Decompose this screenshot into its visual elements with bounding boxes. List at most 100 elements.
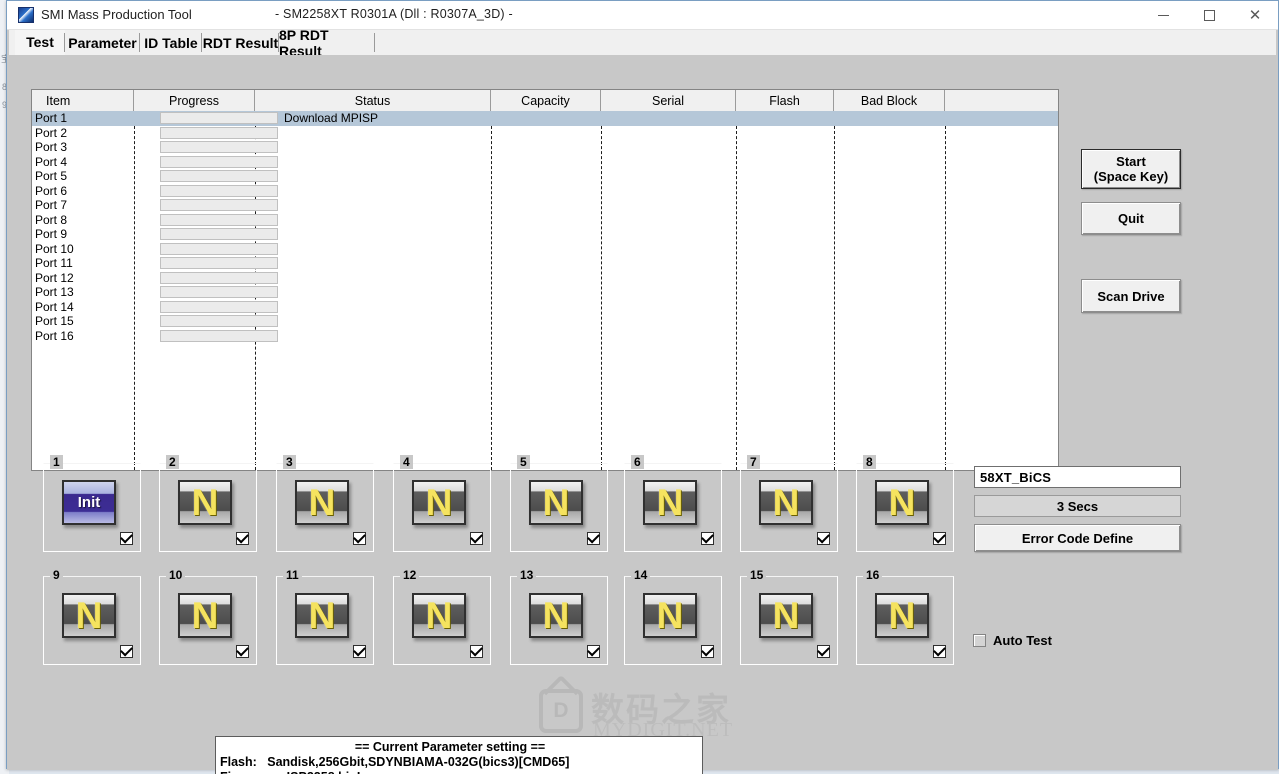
start-button[interactable]: Start (Space Key) [1081,149,1181,189]
device-enable-checkbox[interactable] [353,530,366,545]
device-status-icon-none[interactable]: N [643,480,697,525]
table-row[interactable]: Port 5 [32,169,1058,184]
device-panel-2[interactable]: 2 N [159,455,257,552]
device-status-icon-none[interactable]: N [295,480,349,525]
device-panel-11[interactable]: 11 N [276,568,374,665]
device-enable-checkbox[interactable] [353,643,366,658]
device-panel-number: 4 [400,455,413,469]
device-panel-1[interactable]: 1 Init [43,455,141,552]
device-enable-checkbox[interactable] [236,530,249,545]
column-header-spare[interactable] [945,90,1058,111]
device-panel-6[interactable]: 6 N [624,455,722,552]
device-status-icon-none[interactable]: N [759,480,813,525]
table-row[interactable]: Port 3 [32,140,1058,155]
auto-test-checkbox[interactable] [973,634,986,647]
column-header-flash[interactable]: Flash [736,90,834,111]
table-row[interactable]: Port 10 [32,242,1058,257]
quit-button[interactable]: Quit [1081,202,1181,235]
device-enable-checkbox[interactable] [120,530,133,545]
column-header-serial[interactable]: Serial [601,90,736,111]
device-panel-8[interactable]: 8 N [856,455,954,552]
device-status-icon-none[interactable]: N [643,593,697,638]
table-row[interactable]: Port 11 [32,256,1058,271]
column-header-bad-block[interactable]: Bad Block [834,90,945,111]
tab-id-table[interactable]: ID Table [140,30,202,55]
tab-parameter[interactable]: Parameter [65,30,140,55]
row-progress-bar [160,199,278,211]
close-icon: ✕ [1248,6,1262,24]
device-enable-checkbox[interactable] [236,643,249,658]
device-panel-5[interactable]: 5 N [510,455,608,552]
tab-rdt-result-label: RDT Result [202,34,279,51]
device-enable-checkbox[interactable] [587,643,600,658]
device-status-icon-none[interactable]: N [759,593,813,638]
device-panel-number: 1 [50,455,63,469]
device-status-icon-none[interactable]: N [178,593,232,638]
tab-rdt-result[interactable]: RDT Result [202,30,279,55]
device-enable-checkbox[interactable] [933,530,946,545]
watermark-logo-icon: D [539,689,583,733]
table-row[interactable]: Port 7 [32,198,1058,213]
device-status-icon-none[interactable]: N [412,480,466,525]
tab-test[interactable]: Test [15,30,65,55]
device-status-icon-none[interactable]: N [412,593,466,638]
table-row[interactable]: Port 1 Download MPISP [32,111,1058,126]
column-header-item[interactable]: Item [32,90,134,111]
error-code-define-button[interactable]: Error Code Define [974,524,1181,552]
device-status-icon-none[interactable]: N [62,593,116,638]
auto-test-row[interactable]: Auto Test [973,633,1052,648]
device-status-icon-init[interactable]: Init [62,480,116,525]
table-row[interactable]: Port 12 [32,271,1058,286]
tab-parameter-label: Parameter [68,34,137,51]
table-row[interactable]: Port 16 [32,329,1058,344]
device-status-icon-none[interactable]: N [295,593,349,638]
table-row[interactable]: Port 4 [32,155,1058,170]
table-row[interactable]: Port 6 [32,184,1058,199]
tab-8p-rdt-result[interactable]: 8P RDT Result [279,27,375,59]
device-panel-number: 13 [517,568,537,582]
device-enable-checkbox[interactable] [470,643,483,658]
table-row[interactable]: Port 9 [32,227,1058,242]
device-status-icon-none[interactable]: N [875,480,929,525]
device-enable-checkbox[interactable] [587,530,600,545]
device-enable-checkbox[interactable] [933,643,946,658]
preset-select[interactable]: 58XT_BiCS [974,466,1181,488]
device-panel-12[interactable]: 12 N [393,568,491,665]
device-panel-7[interactable]: 7 N [740,455,838,552]
row-progress-bar [160,112,278,124]
scan-drive-button[interactable]: Scan Drive [1081,279,1181,313]
device-panel-4[interactable]: 4 N [393,455,491,552]
device-panel-15[interactable]: 15 N [740,568,838,665]
table-row[interactable]: Port 15 [32,314,1058,329]
device-status-icon-none[interactable]: N [875,593,929,638]
maximize-button[interactable] [1186,1,1232,29]
screen: 宝 8 9 SMI Mass Production Tool - SM2258X… [0,0,1279,774]
table-row[interactable]: Port 14 [32,300,1058,315]
device-panel-9[interactable]: 9 N [43,568,141,665]
client-area: Test Parameter ID Table RDT Result 8P RD… [7,27,1278,774]
close-button[interactable]: ✕ [1232,1,1278,29]
device-enable-checkbox[interactable] [817,643,830,658]
minimize-button[interactable] [1140,1,1186,29]
device-enable-checkbox[interactable] [120,643,133,658]
device-enable-checkbox[interactable] [701,530,714,545]
device-status-icon-none[interactable]: N [529,480,583,525]
device-panel-13[interactable]: 13 N [510,568,608,665]
table-row[interactable]: Port 8 [32,213,1058,228]
table-row[interactable]: Port 13 [32,285,1058,300]
port-results-grid[interactable]: Item Progress Status Capacity Serial Fla… [31,89,1059,471]
device-panel-16[interactable]: 16 N [856,568,954,665]
column-header-capacity[interactable]: Capacity [491,90,601,111]
device-panel-14[interactable]: 14 N [624,568,722,665]
device-enable-checkbox[interactable] [470,530,483,545]
device-panel-10[interactable]: 10 N [159,568,257,665]
device-status-icon-none[interactable]: N [529,593,583,638]
device-enable-checkbox[interactable] [817,530,830,545]
column-header-status[interactable]: Status [255,90,491,111]
device-status-icon-none[interactable]: N [178,480,232,525]
device-panel-3[interactable]: 3 N [276,455,374,552]
table-row[interactable]: Port 2 [32,126,1058,141]
column-header-progress[interactable]: Progress [134,90,255,111]
device-enable-checkbox[interactable] [701,643,714,658]
row-progress-bar [160,329,278,342]
